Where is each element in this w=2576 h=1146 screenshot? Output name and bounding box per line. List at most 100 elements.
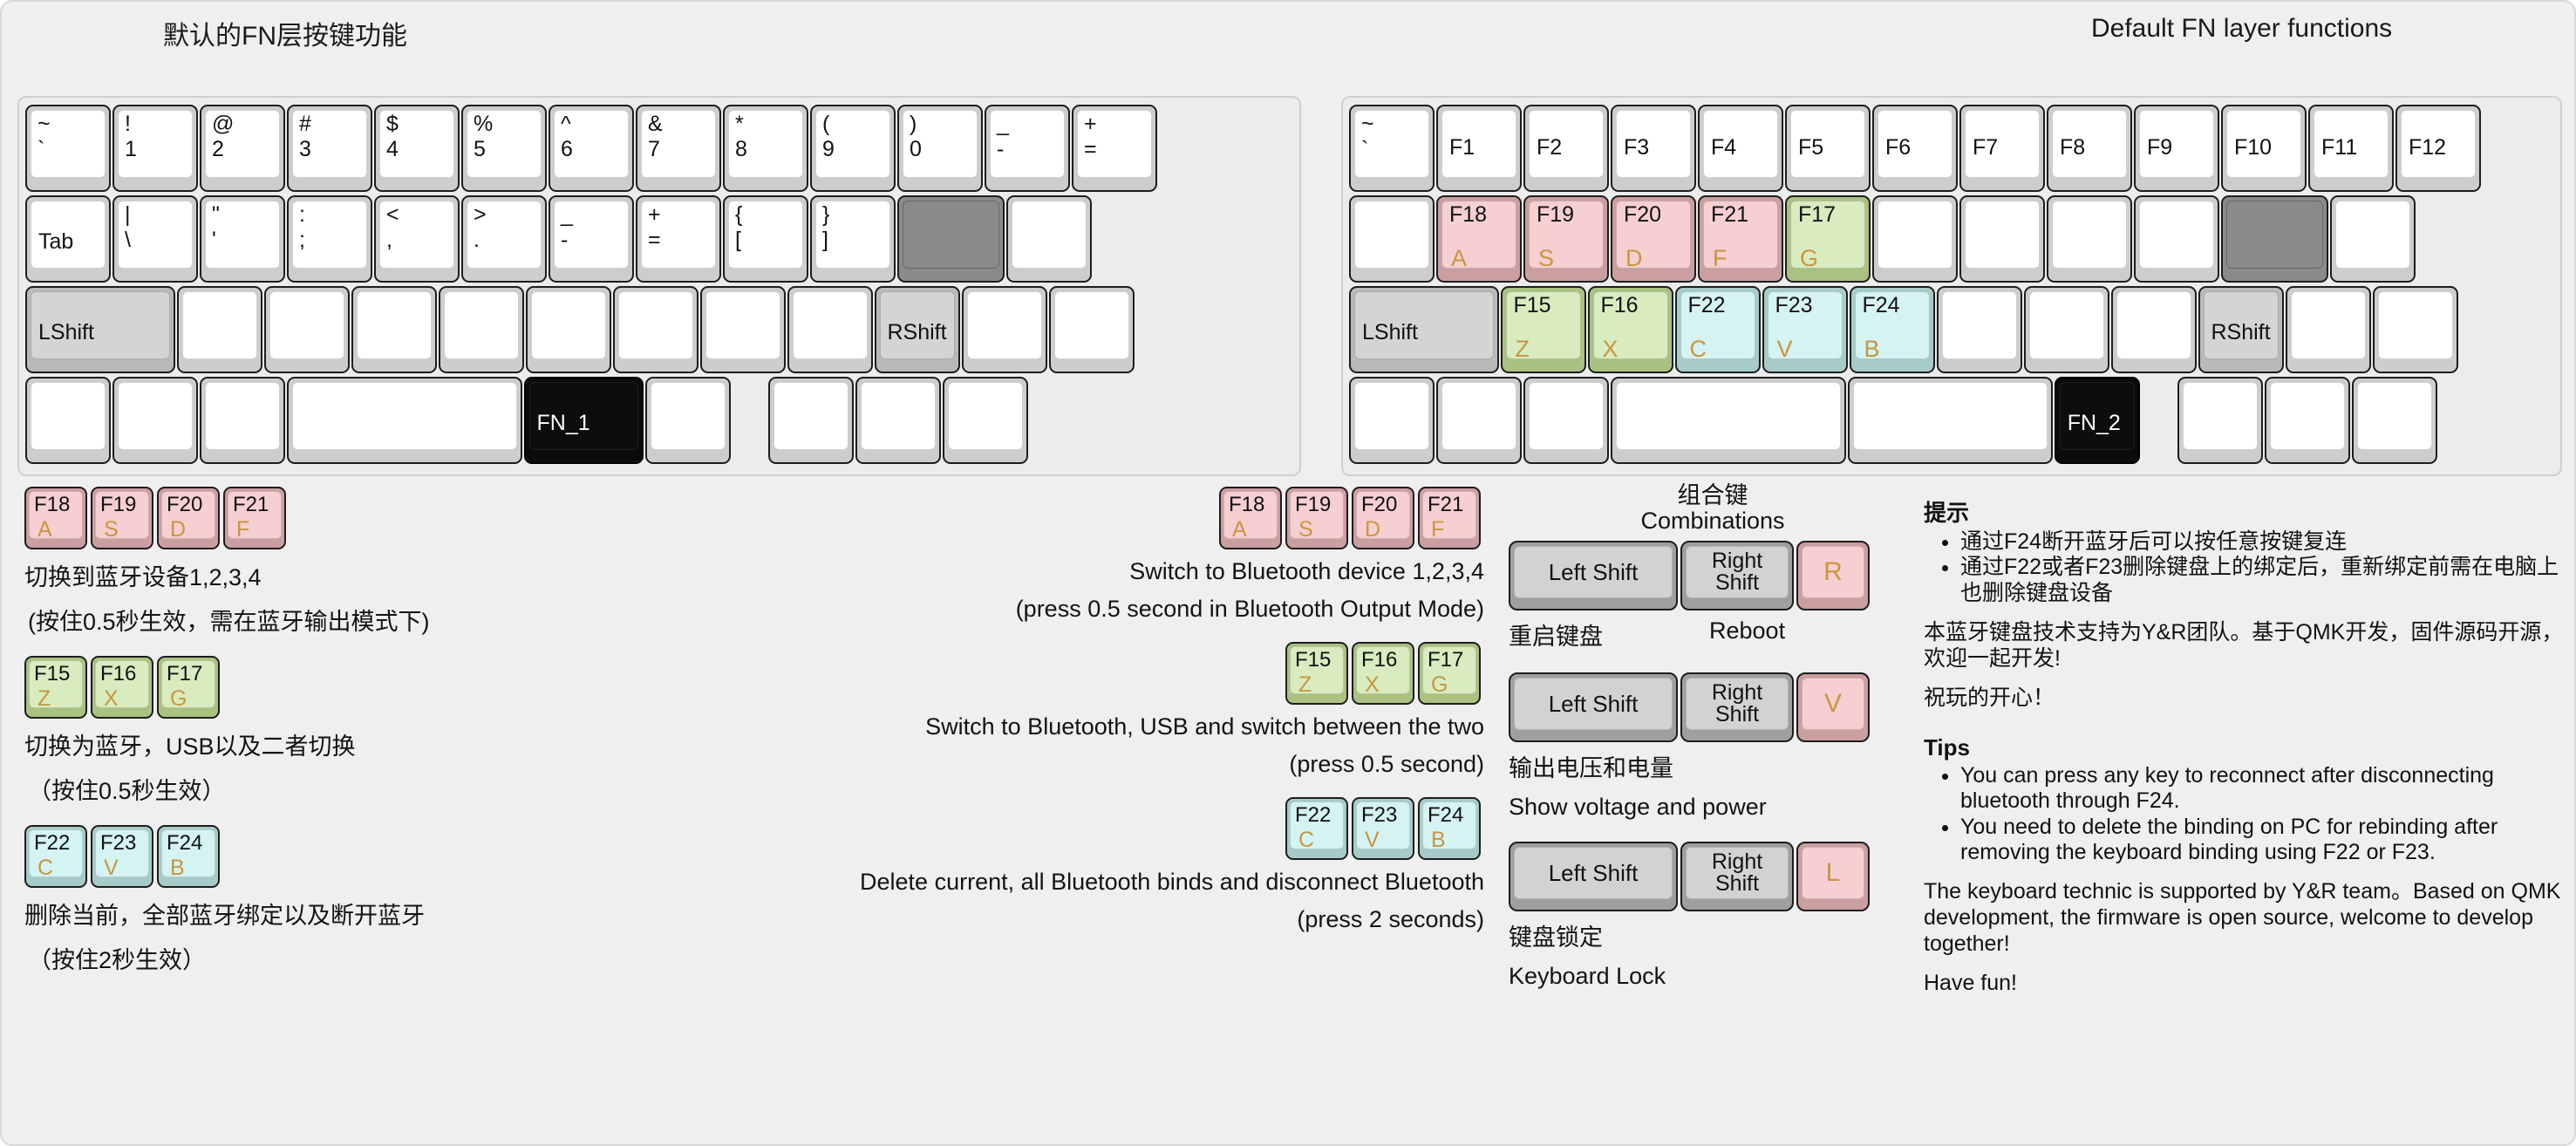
- key-right-r1-f4[interactable]: F4: [1698, 105, 1783, 192]
- key-right-r3-lshift[interactable]: LShift: [1349, 286, 1499, 373]
- key-left-r2-kx[interactable]: | \: [112, 195, 198, 283]
- key-right-r3-f15[interactable]: F15 Z: [1500, 286, 1586, 373]
- key-right-r1-kx[interactable]: ~ `: [1349, 105, 1435, 192]
- key-left-r1-k9[interactable]: (9: [810, 105, 896, 192]
- legend-keycap-f20[interactable]: F20 D: [1352, 487, 1414, 549]
- key-left-r4-blank[interactable]: [287, 377, 522, 464]
- key-right-r4-blank[interactable]: [2351, 377, 2437, 464]
- right-shift-key[interactable]: Right Shift: [1680, 842, 1794, 911]
- legend-keycap-f22[interactable]: F22 C: [1285, 797, 1348, 860]
- legend-keycap-f15[interactable]: F15 Z: [1285, 642, 1348, 705]
- key-left-r2-kx[interactable]: _ -: [549, 195, 634, 283]
- key-right-r3-f24[interactable]: F24 B: [1849, 286, 1935, 373]
- key-left-r4-blank[interactable]: [942, 377, 1028, 464]
- legend-keycap-f17[interactable]: F17 G: [1418, 642, 1481, 705]
- key-right-r4-fn_2[interactable]: FN_2: [2054, 377, 2140, 464]
- key-right-r2-blank[interactable]: [1959, 195, 2045, 283]
- legend-keycap-f22[interactable]: F22 C: [24, 825, 87, 888]
- key-left-r1-k0[interactable]: ) 0: [897, 105, 983, 192]
- key-right-r3-f22[interactable]: F22 C: [1674, 286, 1761, 373]
- legend-keycap-f21[interactable]: F21 F: [223, 487, 286, 549]
- key-left-r3-blank[interactable]: [525, 286, 611, 373]
- legend-keycap-f24[interactable]: F24 B: [1418, 797, 1481, 860]
- key-right-r2-f19[interactable]: F19 S: [1523, 195, 1609, 283]
- key-right-r2-f21[interactable]: F21 F: [1698, 195, 1783, 283]
- key-right-r1-f2[interactable]: F2: [1523, 105, 1609, 192]
- key-right-r4-blank[interactable]: [1847, 377, 2053, 464]
- key-left-r1-k8[interactable]: * 8: [723, 105, 808, 192]
- key-left-r3-blank[interactable]: [787, 286, 873, 373]
- key-left-r3-blank[interactable]: [351, 286, 437, 373]
- legend-keycap-f21[interactable]: F21 F: [1418, 487, 1481, 549]
- key-right-r4-blank[interactable]: [1611, 377, 1846, 464]
- key-left-r4-blank[interactable]: [644, 377, 731, 464]
- combination-letter-key-r[interactable]: R: [1796, 541, 1870, 611]
- key-left-r1-k2[interactable]: @2: [200, 105, 285, 192]
- key-right-r4-blank[interactable]: [1349, 377, 1435, 464]
- key-left-r4-fn_1[interactable]: FN_1: [523, 377, 644, 464]
- key-left-r2-kx[interactable]: " ': [200, 195, 285, 283]
- combination-letter-key-l[interactable]: L: [1796, 842, 1870, 911]
- key-right-r3-blank[interactable]: [2285, 286, 2371, 373]
- key-left-r4-blank[interactable]: [112, 377, 198, 464]
- key-left-r3-blank[interactable]: [699, 286, 786, 373]
- key-right-r1-f3[interactable]: F3: [1611, 105, 1696, 192]
- key-left-r1-k1[interactable]: ! 1: [112, 105, 198, 192]
- legend-keycap-f20[interactable]: F20 D: [157, 487, 220, 549]
- key-left-r4-blank[interactable]: [25, 377, 111, 464]
- key-left-r2-kx[interactable]: <,: [374, 195, 460, 283]
- left-shift-key[interactable]: Left Shift: [1509, 672, 1678, 742]
- key-right-r3-blank[interactable]: [2110, 286, 2197, 373]
- key-left-r3-blank[interactable]: [1048, 286, 1135, 373]
- legend-keycap-f23[interactable]: F23 V: [1352, 797, 1414, 860]
- key-right-r3-blank[interactable]: [2372, 286, 2458, 373]
- key-left-r4-blank[interactable]: [767, 377, 854, 464]
- key-right-r1-f1[interactable]: F1: [1436, 105, 1522, 192]
- key-left-r3-lshift[interactable]: LShift: [25, 286, 175, 373]
- right-shift-key[interactable]: Right Shift: [1680, 541, 1794, 611]
- key-left-r1-k6[interactable]: ^ 6: [549, 105, 634, 192]
- legend-keycap-f23[interactable]: F23 V: [91, 825, 153, 888]
- key-left-r1-k4[interactable]: $4: [374, 105, 460, 192]
- key-right-r3-f16[interactable]: F16 X: [1587, 286, 1673, 373]
- key-right-r2-blank[interactable]: [2047, 195, 2132, 283]
- key-right-r4-blank[interactable]: [2177, 377, 2263, 464]
- key-right-r4-blank[interactable]: [1523, 377, 1609, 464]
- key-left-r2-blank[interactable]: [1005, 195, 1092, 283]
- legend-keycap-f24[interactable]: F24 B: [157, 825, 220, 888]
- key-left-r2-kx[interactable]: + =: [636, 195, 721, 283]
- combination-letter-key-v[interactable]: V: [1796, 672, 1870, 742]
- key-left-r4-blank[interactable]: [200, 377, 285, 464]
- key-left-r4-blank[interactable]: [855, 377, 941, 464]
- key-left-r2-blank[interactable]: [897, 195, 1005, 283]
- legend-keycap-f19[interactable]: F19 S: [91, 487, 153, 549]
- key-right-r3-blank[interactable]: [2023, 286, 2109, 373]
- legend-keycap-f15[interactable]: F15 Z: [24, 656, 87, 719]
- key-right-r2-blank[interactable]: [1872, 195, 1958, 283]
- key-right-r1-f10[interactable]: F10: [2221, 105, 2307, 192]
- key-left-r2-kx[interactable]: }]: [810, 195, 896, 283]
- key-left-r1-kx[interactable]: + =: [1072, 105, 1157, 192]
- key-right-r4-blank[interactable]: [1436, 377, 1522, 464]
- key-right-r4-blank[interactable]: [2264, 377, 2350, 464]
- key-left-r3-blank[interactable]: [438, 286, 524, 373]
- key-left-r3-blank[interactable]: [961, 286, 1047, 373]
- key-right-r1-f6[interactable]: F6: [1872, 105, 1958, 192]
- legend-keycap-f16[interactable]: F16 X: [1352, 642, 1414, 705]
- key-right-r2-blank[interactable]: [2329, 195, 2416, 283]
- legend-keycap-f19[interactable]: F19 S: [1285, 487, 1348, 549]
- key-left-r3-blank[interactable]: [612, 286, 699, 373]
- key-right-r1-f12[interactable]: F12: [2395, 105, 2481, 192]
- key-right-r1-f9[interactable]: F9: [2134, 105, 2219, 192]
- key-right-r2-blank[interactable]: [2134, 195, 2219, 283]
- key-right-r2-f17[interactable]: F17 G: [1785, 195, 1871, 283]
- legend-keycap-f16[interactable]: F16 X: [91, 656, 153, 719]
- key-left-r2-tab[interactable]: Tab: [25, 195, 111, 283]
- key-left-r3-rshift[interactable]: RShift: [874, 286, 960, 373]
- key-left-r1-kx[interactable]: _ -: [985, 105, 1070, 192]
- key-left-r1-k7[interactable]: & 7: [636, 105, 721, 192]
- key-right-r2-blank[interactable]: [1349, 195, 1435, 283]
- right-shift-key[interactable]: Right Shift: [1680, 672, 1794, 742]
- key-right-r1-f7[interactable]: F7: [1959, 105, 2045, 192]
- key-right-r3-blank[interactable]: [1936, 286, 2022, 373]
